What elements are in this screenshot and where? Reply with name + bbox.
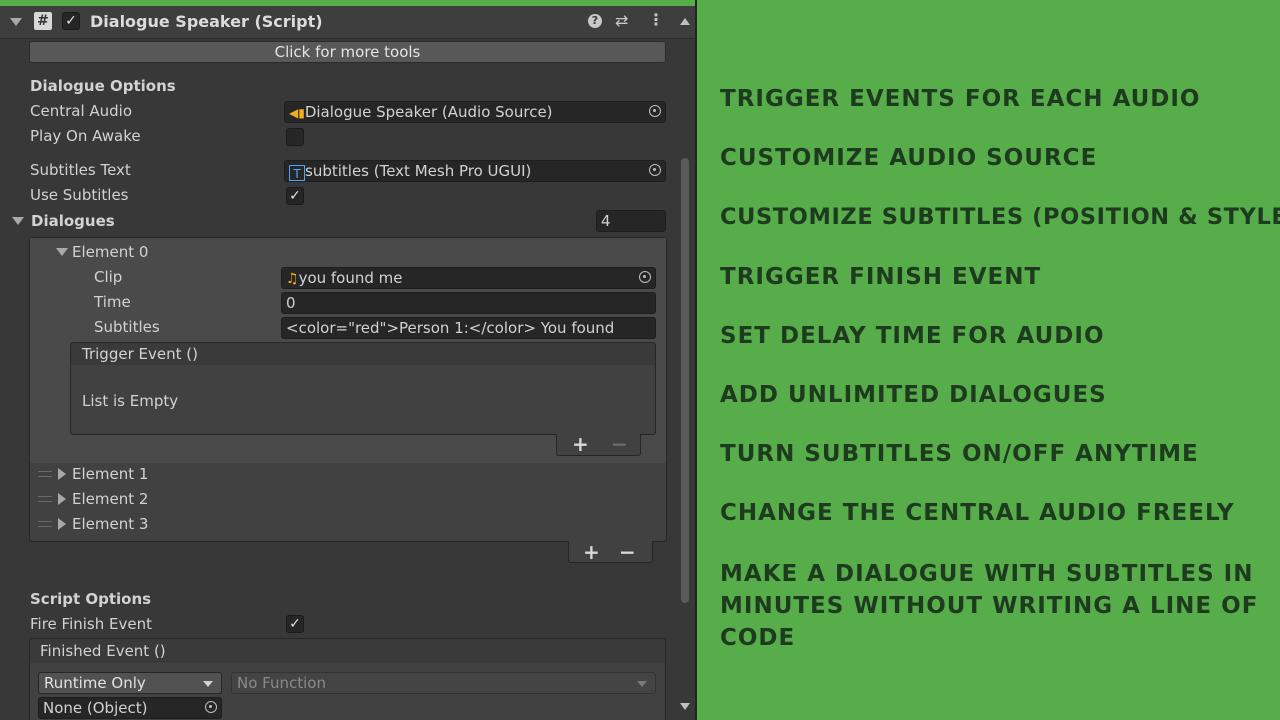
context-menu-icon[interactable]: ⋮ [648,10,664,29]
scroll-thumb[interactable] [681,158,689,603]
central-audio-field[interactable]: ◀▮Dialogue Speaker (Audio Source) [284,101,666,123]
trigger-event-footer [556,434,641,456]
feature-item: ADD UNLIMITED DIALOGUES [720,382,1107,408]
inspector-scrollbar[interactable] [679,18,691,710]
central-audio-label: Central Audio [30,102,133,120]
clip-value: you found me [298,269,403,287]
script-hash-icon: # [34,12,52,30]
element-1-label[interactable]: Element 1 [72,464,148,484]
element-1-foldout-icon[interactable] [58,468,66,480]
foldout-arrow-icon[interactable] [10,18,22,26]
clip-label: Clip [94,268,123,286]
finished-event-label: Finished Event () [40,642,166,660]
object-picker-icon[interactable] [639,271,651,283]
trigger-event-label: Trigger Event () [82,345,198,363]
object-picker-icon[interactable] [205,701,217,713]
trigger-remove-button[interactable]: − [611,434,628,454]
function-dropdown-value: No Function [237,674,326,692]
element-3-foldout-icon[interactable] [58,518,66,530]
trigger-add-button[interactable]: + [572,434,589,454]
feature-item: TRIGGER EVENTS FOR EACH AUDIO [720,86,1201,112]
unity-inspector-panel: # ✓ Dialogue Speaker (Script) ? ⇄ ⋮ Clic… [0,0,697,720]
subtitles-text-value: subtitles (Text Mesh Pro UGUI) [305,162,532,180]
play-on-awake-label: Play On Awake [30,127,141,145]
scroll-up-arrow-icon[interactable] [680,18,690,25]
more-tools-button[interactable]: Click for more tools [29,41,666,63]
object-picker-icon[interactable] [649,164,661,176]
text-mesh-pro-icon: T [289,165,305,181]
subtitles-text-label: Subtitles Text [30,161,131,179]
function-dropdown[interactable]: No Function [231,672,656,694]
element-0-foldout-icon[interactable] [56,248,68,256]
fire-finish-event-checkbox[interactable]: ✓ [286,615,304,633]
subtitles-text-field[interactable]: Tsubtitles (Text Mesh Pro UGUI) [284,160,666,182]
dialogues-add-button[interactable]: + [583,542,600,562]
fire-finish-event-label: Fire Finish Event [30,615,152,633]
element-2-label[interactable]: Element 2 [72,489,148,509]
object-field[interactable]: None (Object) [38,697,222,719]
feature-item: TURN SUBTITLES ON/OFF ANYTIME [720,441,1199,467]
time-label: Time [94,293,131,311]
audio-source-icon: ◀▮ [289,106,305,120]
feature-item: TRIGGER FINISH EVENT [720,264,1042,290]
dialogue-options-heading: Dialogue Options [30,77,176,95]
dialogues-remove-button[interactable]: − [619,542,636,562]
subtitles-field[interactable]: <color="red">Person 1:</color> You found [281,317,656,339]
element-0-label: Element 0 [72,243,149,261]
time-field[interactable]: 0 [281,292,656,314]
object-field-value: None (Object) [43,699,148,717]
feature-item: SET DELAY TIME FOR AUDIO [720,323,1105,349]
component-header[interactable]: # ✓ Dialogue Speaker (Script) ? ⇄ ⋮ [0,6,695,39]
feature-item: MINUTES WITHOUT WRITING A LINE OF [720,593,1259,619]
feature-item: CUSTOMIZE SUBTITLES (POSITION & STYLE) [720,204,1280,230]
component-enabled-checkbox[interactable]: ✓ [62,12,80,30]
feature-item: CODE [720,625,796,651]
dialogues-foldout-icon[interactable] [12,217,24,225]
list-empty-label: List is Empty [82,392,179,410]
central-audio-value: Dialogue Speaker (Audio Source) [304,103,553,121]
dialogues-count-field[interactable]: 4 [596,210,666,232]
object-picker-icon[interactable] [649,105,661,117]
dialogues-footer [568,541,653,563]
feature-item: CHANGE THE CENTRAL AUDIO FREELY [720,500,1235,526]
element-3-label[interactable]: Element 3 [72,514,148,534]
clip-field[interactable]: ♫you found me [281,267,656,289]
chevron-down-icon [637,681,647,687]
chevron-down-icon [203,681,213,687]
drag-handle-icon[interactable] [38,521,52,527]
drag-handle-icon[interactable] [38,471,52,477]
help-icon[interactable]: ? [588,14,602,28]
feature-item: CUSTOMIZE AUDIO SOURCE [720,145,1098,171]
drag-handle-icon[interactable] [38,496,52,502]
play-on-awake-checkbox[interactable] [286,128,304,146]
use-subtitles-label: Use Subtitles [30,186,129,204]
presets-icon[interactable]: ⇄ [615,11,628,30]
subtitles-label: Subtitles [94,318,160,336]
script-options-heading: Script Options [30,590,152,608]
feature-item: MAKE A DIALOGUE WITH SUBTITLES IN [720,561,1254,587]
component-title: Dialogue Speaker (Script) [90,12,323,31]
runtime-dropdown[interactable]: Runtime Only [38,672,222,694]
audio-clip-icon: ♫ [286,271,299,287]
scroll-down-arrow-icon[interactable] [680,703,690,710]
runtime-dropdown-value: Runtime Only [44,674,146,692]
use-subtitles-checkbox[interactable]: ✓ [286,187,304,205]
dialogues-label: Dialogues [31,212,115,230]
element-2-foldout-icon[interactable] [58,493,66,505]
